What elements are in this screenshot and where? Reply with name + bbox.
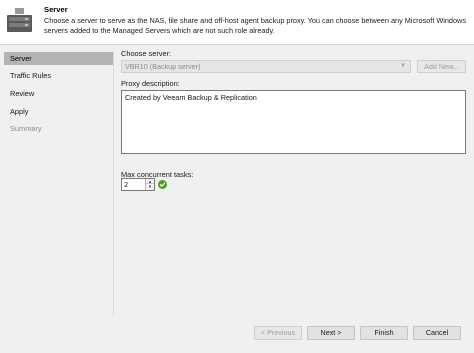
chevron-down-icon: ▼ xyxy=(400,63,406,69)
nav-step-summary: Summary xyxy=(10,124,42,133)
add-new-button[interactable]: Add New... xyxy=(417,60,466,73)
nav-step-apply[interactable]: Apply xyxy=(4,105,113,118)
max-tasks-value: 2 xyxy=(124,180,129,189)
check-ok-icon xyxy=(158,180,167,189)
server-wizard-icon xyxy=(5,7,34,36)
wizard-header: Server Choose a server to serve as the N… xyxy=(0,0,474,45)
page-description: Choose a server to serve as the NAS, fil… xyxy=(44,16,466,35)
finish-button[interactable]: Finish xyxy=(360,326,408,340)
proxy-description-field[interactable]: Created by Veeam Backup & Replication xyxy=(121,90,466,154)
next-button[interactable]: Next > xyxy=(307,326,355,340)
stepper-buttons: ▲ ▼ xyxy=(145,179,154,190)
server-select-value: VBR10 (Backup server) xyxy=(125,62,201,71)
proxy-description-label: Proxy description: xyxy=(121,79,180,88)
cancel-button[interactable]: Cancel xyxy=(413,326,461,340)
wizard-window: Server Choose a server to serve as the N… xyxy=(0,0,474,353)
wizard-steps-nav: Server Traffic Rules Review Apply Summar… xyxy=(4,50,114,345)
wizard-content: Choose server: VBR10 (Backup server) ▼ A… xyxy=(115,46,474,316)
server-select[interactable]: VBR10 (Backup server) ▼ xyxy=(121,60,411,73)
max-tasks-stepper[interactable]: 2 ▲ ▼ xyxy=(121,178,155,191)
choose-server-label: Choose server: xyxy=(121,49,172,58)
nav-step-server[interactable]: Server xyxy=(4,52,113,65)
nav-step-traffic-rules[interactable]: Traffic Rules xyxy=(4,69,113,82)
wizard-footer: < Previous Next > Finish Cancel xyxy=(0,316,474,353)
nav-step-review[interactable]: Review xyxy=(4,87,113,100)
stepper-down-icon[interactable]: ▼ xyxy=(146,184,154,189)
previous-button[interactable]: < Previous xyxy=(254,326,302,340)
page-title: Server xyxy=(44,5,68,14)
